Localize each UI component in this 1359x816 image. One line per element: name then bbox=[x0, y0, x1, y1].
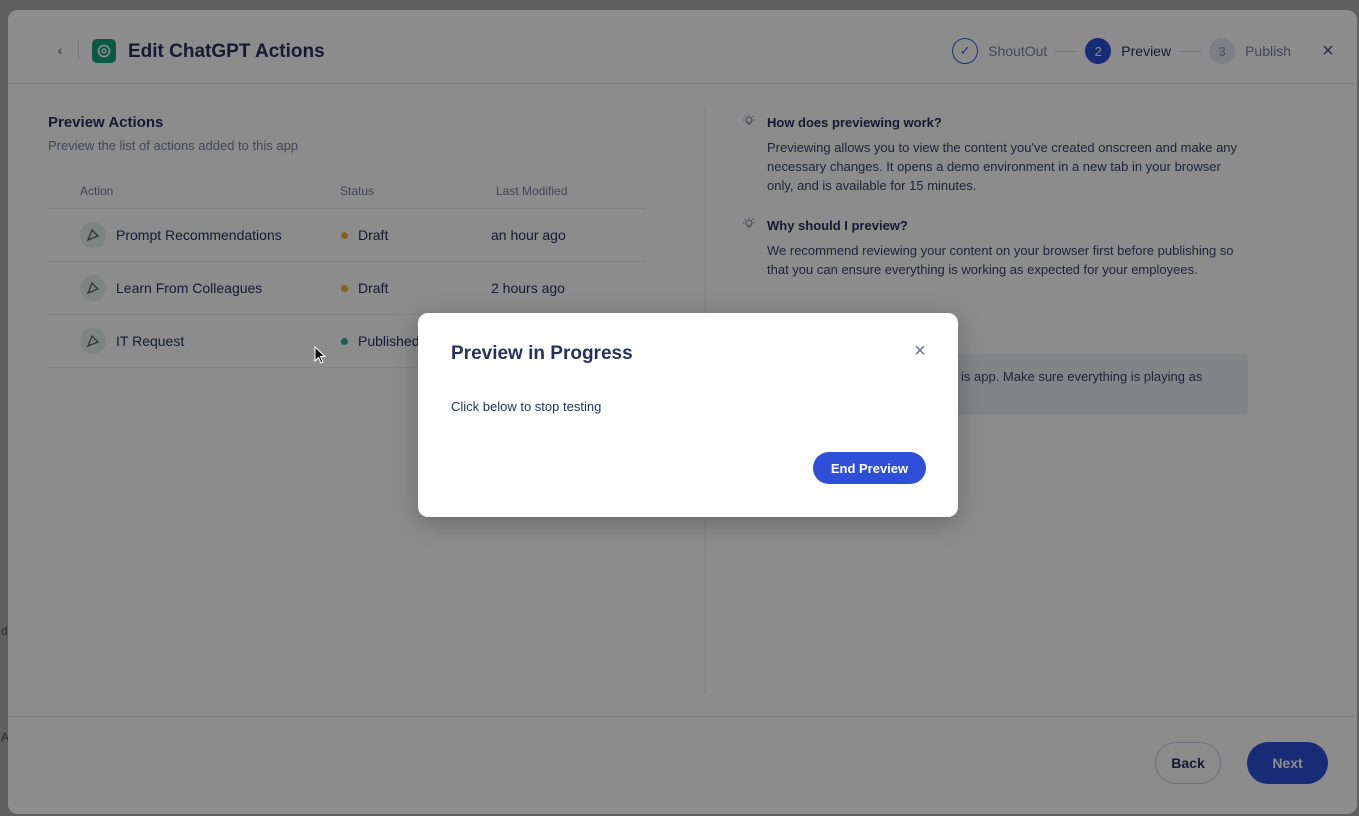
background-text: d bbox=[1, 624, 8, 638]
close-icon[interactable]: × bbox=[912, 341, 928, 361]
mouse-cursor-icon bbox=[314, 346, 327, 364]
preview-progress-modal: Preview in Progress × Click below to sto… bbox=[418, 313, 958, 517]
modal-body: Click below to stop testing bbox=[451, 399, 602, 414]
modal-title: Preview in Progress bbox=[451, 343, 633, 364]
end-preview-button[interactable]: End Preview bbox=[813, 452, 926, 484]
